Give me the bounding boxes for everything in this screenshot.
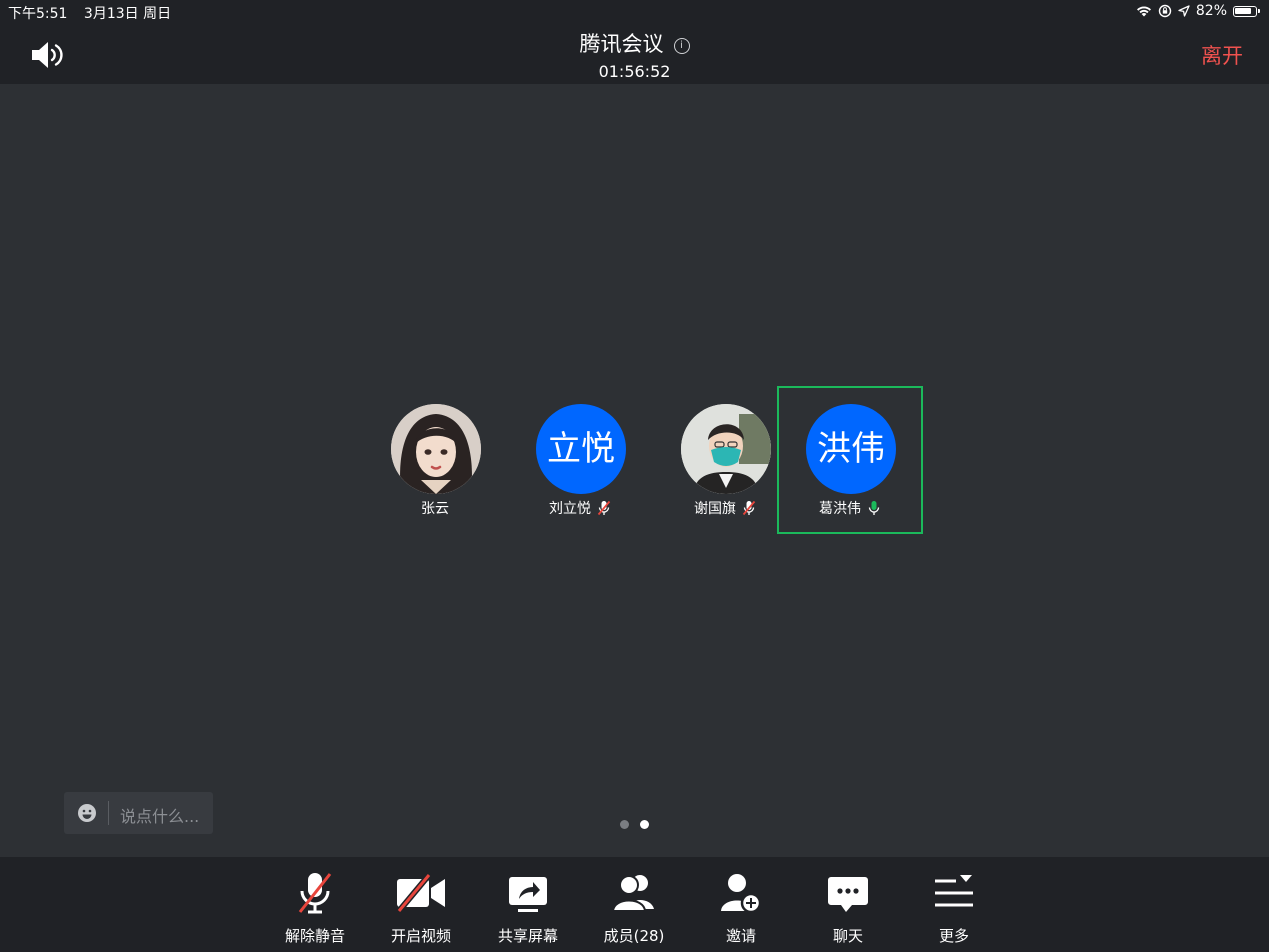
avatar: 洪伟	[806, 404, 896, 494]
orientation-lock-icon	[1158, 4, 1172, 18]
page-dot-current[interactable]	[640, 820, 649, 829]
tool-label: 解除静音	[284, 927, 345, 945]
avatar	[681, 404, 771, 494]
participant-name: 谢国旗	[694, 501, 736, 517]
participant-name: 刘立悦	[549, 501, 591, 517]
male-masked-avatar	[681, 404, 771, 494]
chat-icon	[828, 877, 868, 912]
chat-button[interactable]: 聊天	[803, 871, 893, 946]
tool-label: 聊天	[832, 927, 863, 945]
battery-fill	[1235, 7, 1251, 14]
emoji-icon[interactable]	[77, 803, 97, 823]
status-left: 下午5:51 3月13日 周日	[8, 3, 171, 23]
participant-tile[interactable]: 立悦 刘立悦	[507, 386, 653, 534]
camera-off-icon	[396, 873, 445, 913]
info-icon[interactable]: i	[673, 38, 690, 54]
female-portrait-avatar	[391, 404, 481, 494]
meeting-title: 腾讯会议	[579, 32, 664, 56]
more-menu-icon	[935, 875, 973, 907]
chat-input[interactable]: 说点什么...	[64, 792, 213, 834]
avatar	[391, 404, 481, 494]
participant-tile-active-speaker[interactable]: 洪伟 葛洪伟	[777, 386, 923, 534]
mic-speaking-icon	[868, 501, 880, 515]
chat-placeholder: 说点什么...	[120, 807, 200, 826]
location-icon	[1178, 5, 1190, 17]
more-button[interactable]: 更多	[909, 871, 999, 946]
members-icon	[611, 875, 654, 912]
page-indicator	[620, 820, 649, 829]
bottom-toolbar: 解除静音 开启视频 共享屏幕 成员(28) 邀请 聊天 更多	[0, 857, 1269, 952]
members-button[interactable]: 成员(28)	[589, 871, 679, 946]
mic-muted-icon	[298, 873, 332, 914]
mic-muted-icon	[742, 500, 756, 516]
participant-tile[interactable]: 张云	[362, 386, 508, 534]
leave-button[interactable]: 离开	[1201, 40, 1243, 70]
participant-name: 葛洪伟	[819, 501, 861, 517]
chat-divider	[108, 801, 109, 825]
start-video-button[interactable]: 开启视频	[376, 871, 466, 946]
tool-label: 共享屏幕	[497, 927, 558, 945]
mic-muted-icon	[597, 500, 611, 516]
tool-label: 成员(28)	[603, 927, 665, 945]
status-date: 3月13日 周日	[83, 6, 172, 22]
participant-grid: 张云 立悦 刘立悦 谢国旗 洪伟 葛洪伟	[362, 386, 932, 536]
participant-name: 张云	[421, 501, 449, 517]
participant-name-row: 刘立悦	[507, 498, 653, 518]
tool-label: 更多	[938, 927, 969, 945]
share-screen-icon	[509, 877, 547, 912]
battery-icon	[1233, 5, 1260, 17]
title-block: 腾讯会议 i 01:56:52	[0, 28, 1269, 81]
avatar: 立悦	[536, 404, 626, 494]
invite-icon	[721, 874, 762, 914]
participant-name-row: 葛洪伟	[779, 498, 921, 518]
status-time: 下午5:51	[8, 6, 68, 22]
status-bar: 下午5:51 3月13日 周日 82%	[0, 0, 1269, 24]
battery-percent: 82%	[1195, 3, 1227, 19]
wifi-icon	[1136, 6, 1151, 17]
status-right: 82%	[1136, 3, 1260, 19]
unmute-button[interactable]: 解除静音	[270, 871, 360, 946]
participant-name-row: 张云	[362, 498, 508, 518]
meeting-timer: 01:56:52	[598, 62, 671, 81]
page-dot[interactable]	[620, 820, 629, 829]
tool-label: 邀请	[725, 927, 756, 945]
invite-button[interactable]: 邀请	[696, 871, 786, 946]
tool-label: 开启视频	[390, 927, 451, 945]
meeting-header: 腾讯会议 i 01:56:52 离开	[0, 24, 1269, 84]
share-screen-button[interactable]: 共享屏幕	[483, 871, 573, 946]
